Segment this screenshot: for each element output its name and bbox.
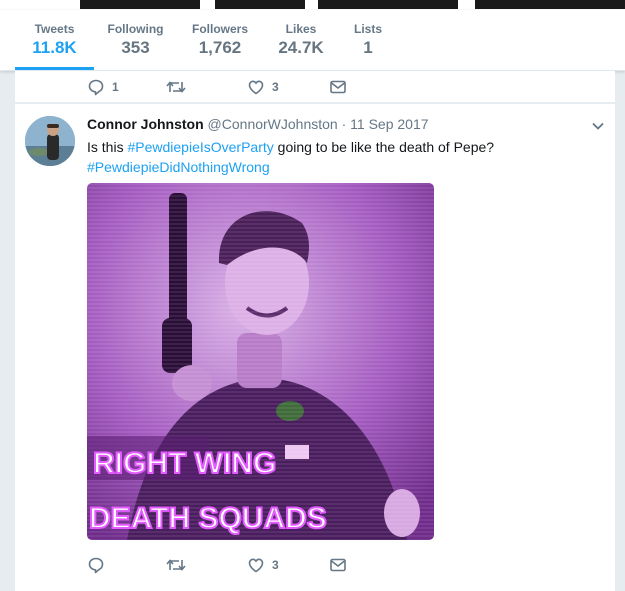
hashtag-link[interactable]: #PewdiepieIsOverParty bbox=[127, 139, 273, 155]
tab-likes-count: 24.7K bbox=[278, 38, 324, 57]
retweet-arrows-icon bbox=[165, 78, 187, 96]
reply-button[interactable]: 1 bbox=[87, 76, 119, 98]
tweet-header: Connor Johnston @ConnorWJohnston · 11 Se… bbox=[87, 116, 429, 132]
tab-likes[interactable]: Likes 24.7K bbox=[269, 10, 333, 70]
tab-tweets-label: Tweets bbox=[34, 22, 75, 36]
heart-outline-icon bbox=[247, 556, 265, 574]
envelope-icon bbox=[329, 78, 347, 96]
envelope-icon bbox=[329, 556, 347, 574]
direct-message-button[interactable] bbox=[329, 76, 347, 98]
like-count: 3 bbox=[272, 558, 279, 572]
like-button[interactable]: 3 bbox=[247, 76, 279, 98]
hashtag-link[interactable]: #PewdiepieDidNothingWrong bbox=[87, 159, 270, 175]
reply-count: 1 bbox=[112, 80, 119, 94]
tab-followers-count: 1,762 bbox=[198, 38, 242, 57]
author-name[interactable]: Connor Johnston bbox=[87, 116, 204, 132]
tweet-text: Is this #PewdiepieIsOverParty going to b… bbox=[87, 137, 597, 177]
retweet-button[interactable] bbox=[165, 554, 194, 576]
author-handle[interactable]: @ConnorWJohnston bbox=[208, 116, 338, 132]
tweet-media-image[interactable]: RIGHT WING DEATH SQUADS bbox=[87, 183, 434, 540]
like-count: 3 bbox=[272, 80, 279, 94]
avatar[interactable] bbox=[25, 116, 75, 166]
speech-bubble-icon bbox=[87, 556, 105, 574]
tab-following-label: Following bbox=[107, 22, 164, 36]
tweet-timestamp[interactable]: 11 Sep 2017 bbox=[350, 116, 428, 132]
tab-tweets[interactable]: Tweets 11.8K bbox=[15, 10, 94, 70]
tweet-actions: 3 bbox=[87, 554, 487, 576]
direct-message-button[interactable] bbox=[329, 554, 347, 576]
tab-followers[interactable]: Followers 1,762 bbox=[182, 10, 258, 70]
tab-lists-label: Lists bbox=[353, 22, 382, 36]
profile-banner bbox=[0, 0, 625, 10]
tweet-more-menu[interactable] bbox=[591, 118, 605, 136]
tab-following[interactable]: Following 353 bbox=[98, 10, 173, 70]
chevron-down-icon bbox=[591, 118, 605, 135]
retweet-button[interactable] bbox=[165, 76, 194, 98]
like-button[interactable]: 3 bbox=[247, 554, 279, 576]
tab-following-count: 353 bbox=[121, 38, 150, 57]
media-caption-line-1: RIGHT WING bbox=[93, 447, 276, 480]
timeline: 1 3 Connor Johnston @ConnorWJohnston · 1… bbox=[15, 71, 615, 591]
tweet-text-end: going to be like the death of Pepe? bbox=[273, 139, 495, 155]
speech-bubble-icon bbox=[87, 78, 105, 96]
header-separator: · bbox=[341, 116, 347, 132]
media-caption-line-2: DEATH SQUADS bbox=[89, 502, 327, 535]
retweet-arrows-icon bbox=[165, 556, 187, 574]
heart-outline-icon bbox=[247, 78, 265, 96]
tab-tweets-count: 11.8K bbox=[32, 38, 77, 57]
tab-lists[interactable]: Lists 1 bbox=[346, 10, 390, 70]
tweet[interactable]: Connor Johnston @ConnorWJohnston · 11 Se… bbox=[15, 104, 615, 591]
tweet-text-start: Is this bbox=[87, 139, 128, 155]
tab-likes-label: Likes bbox=[285, 22, 317, 36]
tab-lists-count: 1 bbox=[363, 38, 373, 57]
tab-followers-label: Followers bbox=[191, 22, 248, 36]
profile-nav: Tweets 11.8K Following 353 Followers 1,7… bbox=[0, 10, 625, 71]
previous-tweet-actions: 1 3 bbox=[87, 76, 487, 98]
reply-button[interactable] bbox=[87, 554, 112, 576]
